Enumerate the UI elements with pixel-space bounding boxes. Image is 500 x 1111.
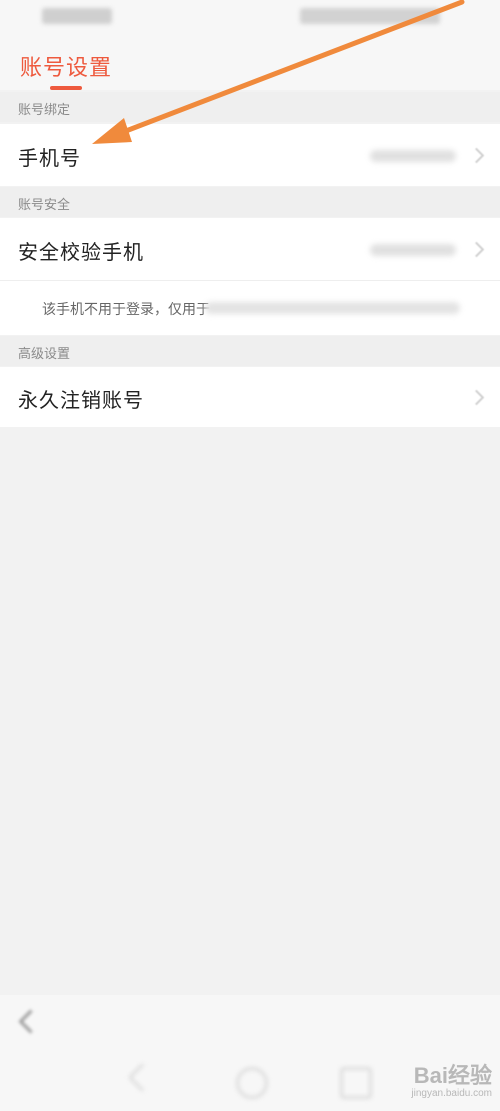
- header: 账号设置: [0, 34, 500, 90]
- watermark-url: jingyan.baidu.com: [411, 1088, 492, 1099]
- nav-recent-icon[interactable]: [340, 1067, 372, 1099]
- watermark-brand: Bai经验: [413, 1063, 492, 1088]
- page-title: 账号设置: [20, 56, 113, 81]
- security-note: 该手机不用于登录，仅用于: [0, 280, 500, 335]
- security-phone-row[interactable]: 安全校验手机: [0, 218, 500, 280]
- phone-number-label: 手机号: [18, 146, 81, 170]
- section-header-security: 账号安全: [0, 187, 500, 217]
- delete-account-label: 永久注销账号: [18, 388, 144, 412]
- delete-account-row[interactable]: 永久注销账号: [0, 367, 500, 427]
- section-header-label: 账号安全: [18, 198, 71, 213]
- section-header-label: 账号绑定: [18, 103, 71, 118]
- nav-back-icon[interactable]: [127, 1062, 158, 1093]
- security-note-blurred: [205, 302, 460, 314]
- nav-home-icon[interactable]: [236, 1067, 268, 1099]
- watermark: Bai经验 jingyan.baidu.com: [411, 1058, 492, 1099]
- phone-number-row[interactable]: 手机号: [0, 124, 500, 186]
- status-bar: [0, 0, 500, 34]
- section-header-binding: 账号绑定: [0, 92, 500, 122]
- back-icon[interactable]: [18, 1009, 43, 1034]
- battery-icon: [300, 8, 440, 24]
- security-phone-label: 安全校验手机: [18, 240, 144, 264]
- signal-icon: [42, 8, 112, 24]
- chevron-right-icon: [468, 147, 485, 164]
- security-note-text: 该手机不用于登录，仅用于: [42, 302, 210, 318]
- phone-number-value: [370, 150, 456, 162]
- chevron-right-icon: [468, 241, 485, 258]
- section-header-label: 高级设置: [18, 347, 71, 362]
- section-header-advanced: 高级设置: [0, 336, 500, 366]
- security-phone-value: [370, 244, 456, 256]
- screen: 账号设置 账号绑定 手机号 账号安全 安全校验手机 该手机不用于登录，仅用于 高…: [0, 0, 500, 1111]
- chevron-right-icon: [468, 389, 485, 406]
- title-underline: [50, 86, 82, 90]
